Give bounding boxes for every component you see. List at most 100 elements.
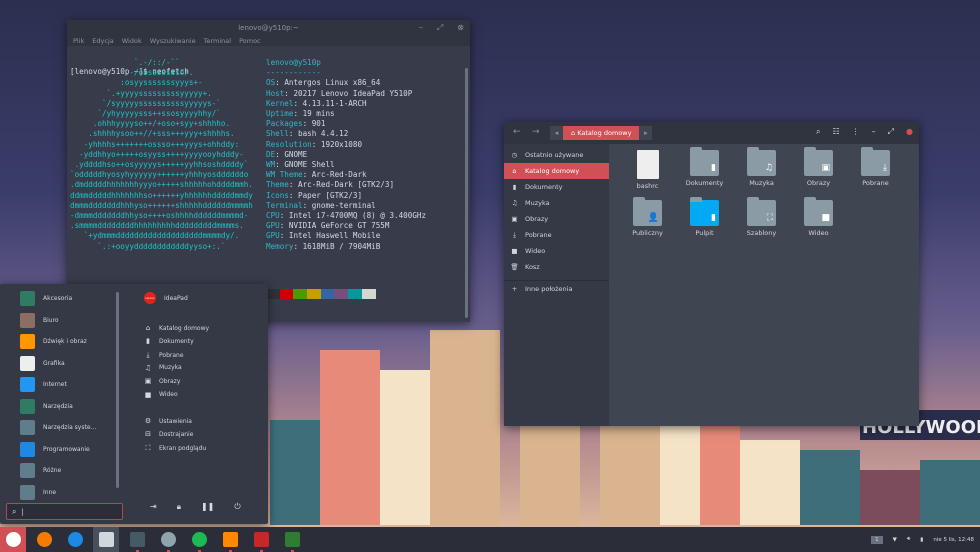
system-ekran-podglądu[interactable]: ⛶ Ekran podglądu [144, 444, 207, 453]
file-item-wideo[interactable]: ■ Wideo [790, 197, 847, 237]
category-programowanie[interactable]: Programowanie [20, 441, 90, 457]
info-key: GPU [266, 221, 280, 231]
info-value: Intel Haswell Mobile [288, 231, 381, 241]
place-obrazy[interactable]: ▣ Obrazy [144, 377, 181, 385]
category-scrollbar[interactable] [116, 292, 119, 488]
file-item-bashrc[interactable]: bashrc [619, 150, 676, 190]
category-narzędzia[interactable]: Narzędzia [20, 398, 73, 414]
info-key: GPU [266, 231, 280, 241]
taskbar-antergos[interactable] [0, 527, 26, 552]
menu-wyszukiwanie[interactable]: Wyszukiwanie [150, 37, 196, 45]
scrollbar[interactable] [465, 68, 468, 318]
taskbar-spotify[interactable] [186, 527, 212, 552]
taskbar-terminal[interactable] [124, 527, 150, 552]
minimize-button[interactable]: – [872, 127, 876, 137]
terminal-window[interactable]: lenovo@y510p:~ – ⤢ ⊗ Plik Edycja Widok Wyszuk… [67, 20, 470, 322]
sidebar-icon: ▣ [511, 215, 518, 223]
workspace-indicator[interactable]: 1 [871, 535, 883, 544]
video-icon: ■ [144, 390, 152, 399]
file-item-muzyka[interactable]: ♫ Muzyka [733, 147, 790, 190]
sidebar-item-dokumenty[interactable]: ▮ Dokumenty [504, 179, 609, 195]
sidebar-item-ostatnio-używane[interactable]: ◷ Ostatnio używane [504, 147, 609, 163]
category-akcesoria[interactable]: Akcesoria [20, 291, 72, 306]
power-icon[interactable]: ⏻ [234, 502, 240, 512]
file-item-pulpit[interactable]: ▮ Pulpit [676, 197, 733, 237]
category-inne[interactable]: Inne [20, 484, 56, 500]
lock-icon[interactable]: 🔒︎ [177, 502, 181, 512]
category-biuro[interactable]: Biuro [20, 312, 59, 328]
file-item-pobrane[interactable]: ⤓ Pobrane [847, 147, 904, 190]
menu-plik[interactable]: Plik [73, 37, 84, 45]
color-swatch [361, 289, 376, 299]
file-item-szablony[interactable]: ⛶ Szablony [733, 197, 790, 237]
user-name[interactable]: IdeaPad [164, 295, 188, 302]
path-home-button[interactable]: ⌂ Katalog domowy [563, 126, 640, 140]
wifi-icon[interactable]: ▼ [893, 537, 897, 543]
battery-icon[interactable]: ▮ [920, 537, 923, 543]
folder-icon: 👤 [633, 197, 662, 226]
place-dokumenty[interactable]: ▮ Dokumenty [144, 337, 194, 345]
sidebar-item-obrazy[interactable]: ▣ Obrazy [504, 211, 609, 227]
menu-pomoc[interactable]: Pomoc [239, 37, 261, 45]
maximize-button[interactable]: ⤢ [437, 23, 443, 33]
terminal-titlebar[interactable]: lenovo@y510p:~ – ⤢ ⊗ [67, 20, 470, 35]
sidebar-item-pobrane[interactable]: ⤓ Pobrane [504, 227, 609, 243]
taskbar-chromium[interactable] [155, 527, 181, 552]
file-item-publiczny[interactable]: 👤 Publiczny [619, 197, 676, 237]
search-field[interactable]: ⌕ | [6, 503, 123, 520]
terminal-output[interactable]: [lenovo@y510p ~]$ neofetch `.-/::/-`` .-… [67, 46, 470, 322]
volume-icon[interactable]: 🔊︎ [907, 536, 910, 543]
taskbar-tweak[interactable] [248, 527, 274, 552]
forward-button[interactable]: → [532, 127, 540, 137]
sidebar-item-katalog-domowy[interactable]: ⌂ Katalog domowy [504, 163, 609, 179]
menu-edycja[interactable]: Edycja [92, 37, 113, 45]
taskbar-installer[interactable] [62, 527, 88, 552]
minimize-button[interactable]: – [419, 23, 423, 33]
back-button[interactable]: ← [513, 127, 521, 137]
category-grafika[interactable]: Grafika [20, 355, 65, 371]
maximize-button[interactable]: ⤢ [888, 127, 894, 137]
home-icon: ⌂ [145, 324, 151, 332]
close-button[interactable]: ● [906, 127, 913, 137]
category-różne[interactable]: Różne [20, 463, 61, 478]
logout-icon[interactable]: ⇥ [150, 502, 157, 512]
search-icon[interactable]: ⌕ [816, 127, 820, 137]
file-item-dokumenty[interactable]: ▮ Dokumenty [676, 147, 733, 190]
path-right-arrow[interactable]: ▸ [639, 126, 652, 140]
menu-terminal[interactable]: Terminal [204, 37, 231, 45]
category-dźwięk-i-obraz[interactable]: Dźwięk i obraz [20, 334, 87, 349]
sidebar-item-kosz[interactable]: 🗑 Kosz [504, 259, 609, 275]
ascii-line: `+ydmmmdddddddddddddddddddmmmmdy/. [70, 231, 240, 241]
info-key: OS [266, 78, 276, 88]
sidebar-item-muzyka[interactable]: ♫ Muzyka [504, 195, 609, 211]
place-muzyka[interactable]: ♫ Muzyka [144, 364, 182, 372]
clock[interactable]: nie 5 lis, 12:48 [933, 537, 974, 543]
taskbar-vlc[interactable] [217, 527, 243, 552]
view-options-icon[interactable]: ☷ [832, 127, 839, 137]
close-button[interactable]: ⊗ [457, 23, 464, 33]
taskbar-files[interactable] [93, 527, 119, 552]
category-narzędzia-syste-[interactable]: Narzędzia syste... [20, 420, 96, 435]
place-katalog-domowy[interactable]: ⌂ Katalog domowy [144, 324, 209, 332]
info-value: 4.13.11-1-ARCH [302, 98, 367, 108]
search-input[interactable]: | [21, 508, 23, 516]
taskbar-updater[interactable] [31, 527, 57, 552]
folder-icon: ♫ [747, 147, 776, 176]
menu-icon[interactable]: ⋮ [852, 127, 860, 137]
category-internet[interactable]: Internet [20, 377, 67, 392]
sidebar-item-inne-położenia[interactable]: + Inne położenia [504, 280, 609, 296]
place-wideo[interactable]: ■ Wideo [144, 391, 178, 399]
info-line: Resolution: 1920x1080 [266, 139, 363, 149]
sidebar-label: Inne położenia [525, 284, 573, 293]
place-pobrane[interactable]: ⤓ Pobrane [144, 351, 183, 360]
place-label: Obrazy [159, 377, 181, 385]
sidebar-item-wideo[interactable]: ■ Wideo [504, 243, 609, 259]
taskbar-system-monitor[interactable] [279, 527, 305, 552]
system-dostrajanie[interactable]: ⊟ Dostrajanie [144, 430, 193, 438]
menu-widok[interactable]: Widok [122, 37, 142, 45]
file-item-obrazy[interactable]: ▣ Obrazy [790, 147, 847, 190]
system-ustawienia[interactable]: ⚙ Ustawienia [144, 417, 192, 425]
suspend-icon[interactable]: ❚❚ [201, 502, 214, 512]
file-manager-window[interactable]: ← → ◂ ⌂ Katalog domowy ▸ ⌕ ☷ ⋮ – ⤢ ● ◷ Ostatni… [504, 122, 919, 426]
path-left-arrow[interactable]: ◂ [550, 126, 563, 140]
